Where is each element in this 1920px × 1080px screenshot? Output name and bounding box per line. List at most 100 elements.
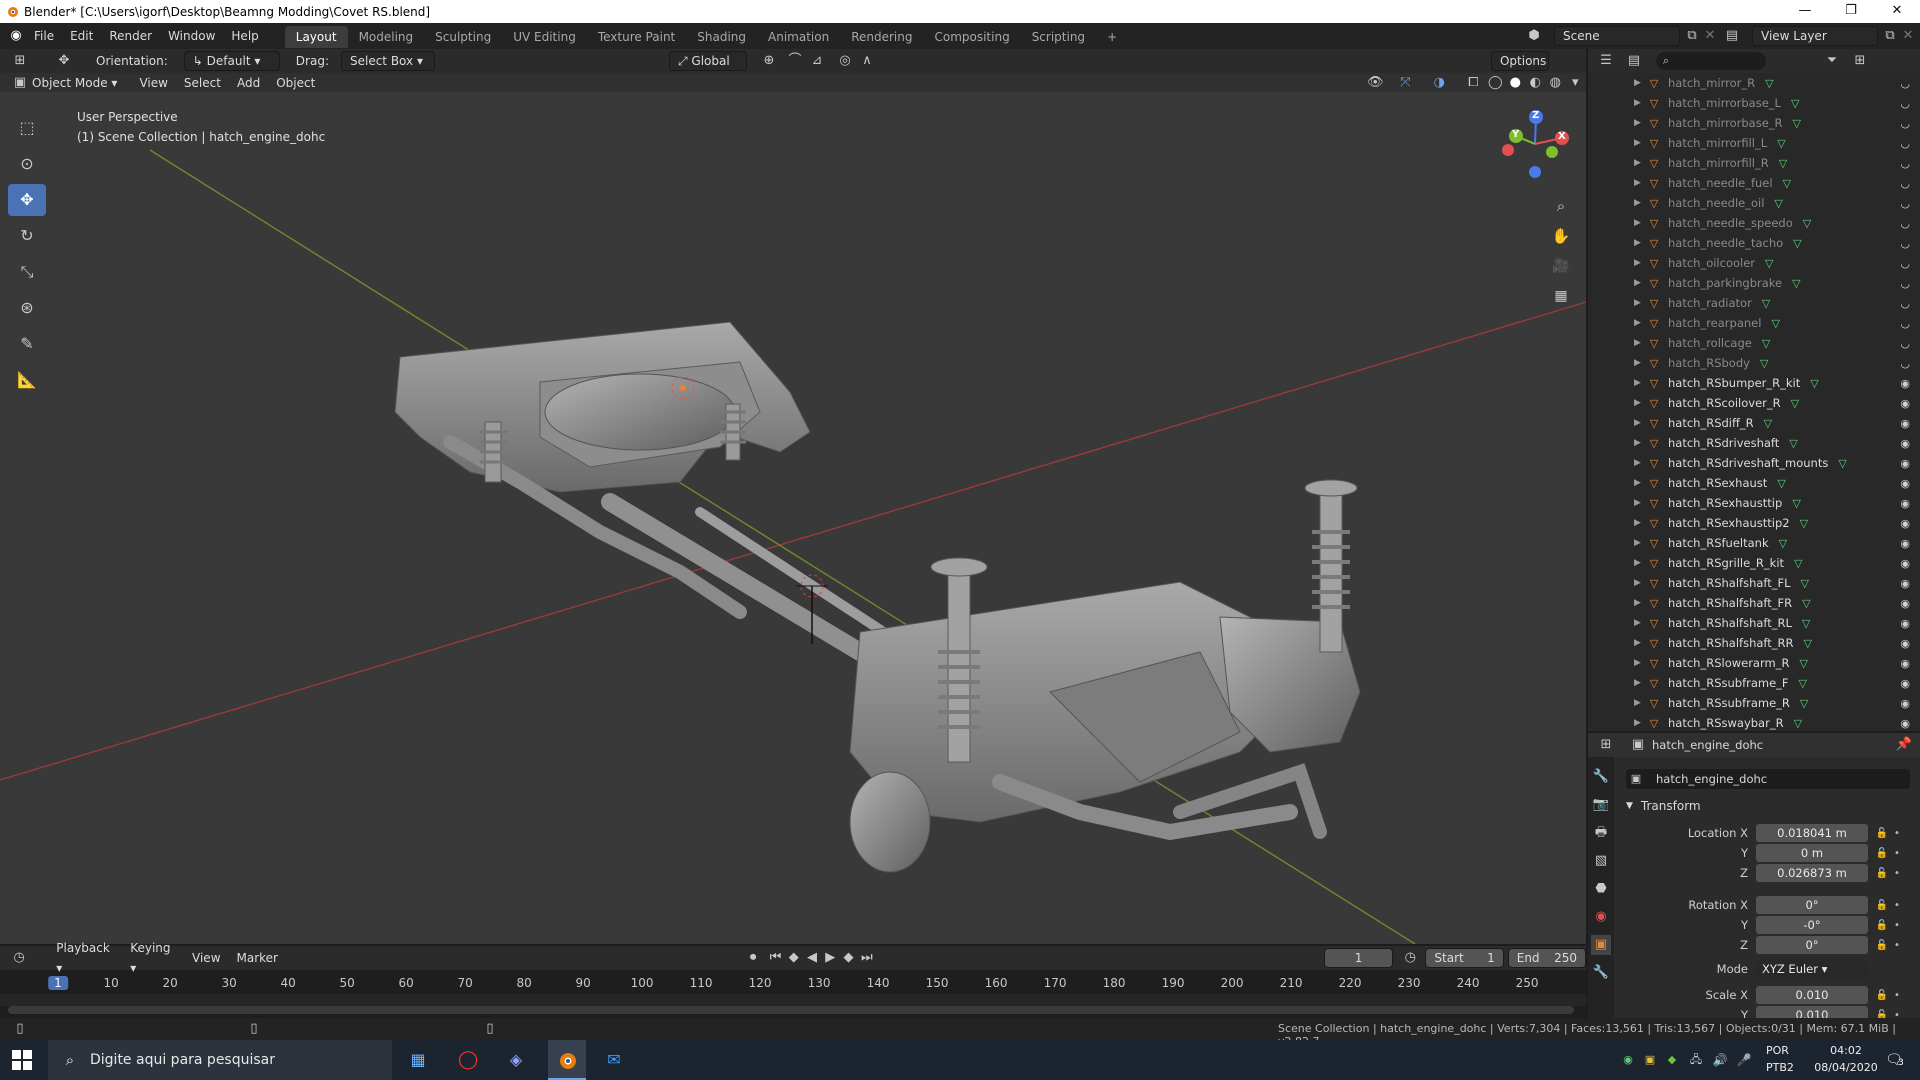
eye-closed-icon[interactable]: ◡ xyxy=(1900,157,1910,170)
timeline-menu-marker[interactable]: Marker xyxy=(229,948,286,968)
outliner-item[interactable]: ▶ ▽ hatch_RSdriveshaft ▽ ◉ xyxy=(1588,433,1920,453)
outliner-item[interactable]: ▶ ▽ hatch_RShalfshaft_FL ▽ ◉ xyxy=(1588,573,1920,593)
mesh-data-icon[interactable]: ▽ xyxy=(1793,117,1801,130)
expand-arrow-icon[interactable]: ▶ xyxy=(1634,558,1646,568)
outliner-item[interactable]: ▶ ▽ hatch_needle_tacho ▽ ◡ xyxy=(1588,233,1920,253)
filter-icon[interactable]: ⏷ xyxy=(1822,51,1842,71)
expand-arrow-icon[interactable]: ▶ xyxy=(1634,118,1646,128)
expand-arrow-icon[interactable]: ▶ xyxy=(1634,298,1646,308)
scale-tool-icon[interactable]: ⤡ xyxy=(8,256,46,288)
pin-icon[interactable]: 📌 xyxy=(1894,735,1914,755)
mesh-data-icon[interactable]: ▽ xyxy=(1765,77,1773,90)
rotate-tool-icon[interactable]: ↻ xyxy=(8,220,46,252)
microphone-icon[interactable]: 🎤 xyxy=(1734,1050,1754,1070)
location-x-field[interactable]: 0.018041 m xyxy=(1756,824,1868,842)
rotation-y-field[interactable]: -0° xyxy=(1756,916,1868,934)
keyframe-dot-icon[interactable]: • xyxy=(1892,920,1902,931)
eye-icon[interactable]: ◉ xyxy=(1900,537,1910,550)
jump-end-icon[interactable]: ⏭ xyxy=(858,948,876,968)
eye-icon[interactable]: ◉ xyxy=(1900,577,1910,590)
viewport-menu-view[interactable]: View xyxy=(131,73,175,93)
menu-edit[interactable]: Edit xyxy=(62,23,101,49)
mesh-data-icon[interactable]: ▽ xyxy=(1789,437,1797,450)
eye-icon[interactable]: ◉ xyxy=(1900,697,1910,710)
outliner-item[interactable]: ▶ ▽ hatch_RSdiff_R ▽ ◉ xyxy=(1588,413,1920,433)
outliner-item[interactable]: ▶ ▽ hatch_RScoilover_R ▽ ◉ xyxy=(1588,393,1920,413)
tab-texture-paint[interactable]: Texture Paint xyxy=(587,26,686,48)
add-workspace-button[interactable]: + xyxy=(1096,26,1128,48)
location-z-field[interactable]: 0.026873 m xyxy=(1756,864,1868,882)
mesh-data-icon[interactable]: ▽ xyxy=(1777,137,1785,150)
scale-x-field[interactable]: 0.010 xyxy=(1756,986,1868,1004)
expand-arrow-icon[interactable]: ▶ xyxy=(1634,598,1646,608)
expand-arrow-icon[interactable]: ▶ xyxy=(1634,518,1646,528)
keyframe-dot-icon[interactable]: • xyxy=(1892,868,1902,879)
eye-closed-icon[interactable]: ◡ xyxy=(1900,317,1910,330)
eye-closed-icon[interactable]: ◡ xyxy=(1900,177,1910,190)
editor-type-icon[interactable]: ⊞ xyxy=(10,51,30,71)
expand-arrow-icon[interactable]: ▶ xyxy=(1634,538,1646,548)
lock-icon[interactable]: 🔓 xyxy=(1872,900,1892,911)
mesh-data-icon[interactable]: ▽ xyxy=(1802,597,1810,610)
mesh-data-icon[interactable]: ▽ xyxy=(1799,677,1807,690)
menu-file[interactable]: File xyxy=(26,23,62,49)
cursor-tool-icon[interactable]: ⊙ xyxy=(8,148,46,180)
transform-tool-icon[interactable]: ⊛ xyxy=(8,292,46,324)
eye-icon[interactable]: ◉ xyxy=(1900,377,1910,390)
expand-arrow-icon[interactable]: ▶ xyxy=(1634,638,1646,648)
mesh-data-icon[interactable]: ▽ xyxy=(1794,557,1802,570)
menu-help[interactable]: Help xyxy=(223,23,266,49)
eye-closed-icon[interactable]: ◡ xyxy=(1900,237,1910,250)
rotation-x-field[interactable]: 0° xyxy=(1756,896,1868,914)
outliner-item[interactable]: ▶ ▽ hatch_RSgrille_R_kit ▽ ◉ xyxy=(1588,553,1920,573)
mesh-data-icon[interactable]: ▽ xyxy=(1801,577,1809,590)
expand-arrow-icon[interactable]: ▶ xyxy=(1634,138,1646,148)
select-box-tool-icon[interactable]: ⬚ xyxy=(8,112,46,144)
mesh-data-icon[interactable]: ▽ xyxy=(1802,617,1810,630)
mesh-data-icon[interactable]: ▽ xyxy=(1793,237,1801,250)
record-icon[interactable]: ⏺ xyxy=(744,948,762,968)
wireframe-shading-icon[interactable]: ◯ xyxy=(1485,73,1505,93)
tab-compositing[interactable]: Compositing xyxy=(923,26,1020,48)
eye-closed-icon[interactable]: ◡ xyxy=(1900,217,1910,230)
display-mode-icon[interactable]: ▤ xyxy=(1624,51,1644,71)
mesh-data-icon[interactable]: ▽ xyxy=(1777,477,1785,490)
expand-arrow-icon[interactable]: ▶ xyxy=(1634,658,1646,668)
mesh-data-icon[interactable]: ▽ xyxy=(1800,697,1808,710)
outliner-item[interactable]: ▶ ▽ hatch_RSexhaust ▽ ◉ xyxy=(1588,473,1920,493)
outliner-item[interactable]: ▶ ▽ hatch_RShalfshaft_FR ▽ ◉ xyxy=(1588,593,1920,613)
nvidia-icon[interactable]: ◆ xyxy=(1662,1050,1682,1070)
navigation-gizmo[interactable]: Z X Y xyxy=(1500,108,1570,180)
lock-icon[interactable]: 🔓 xyxy=(1872,848,1892,859)
preview-range-icon[interactable]: ◷ xyxy=(1401,948,1419,968)
outliner-item[interactable]: ▶ ▽ hatch_RSsubframe_F ▽ ◉ xyxy=(1588,673,1920,693)
maximize-button[interactable]: ❐ xyxy=(1828,0,1874,23)
eye-icon[interactable]: ◉ xyxy=(1900,457,1910,470)
blender-taskbar-button[interactable] xyxy=(548,1040,586,1080)
eye-icon[interactable]: ◉ xyxy=(1900,417,1910,430)
tab-layout[interactable]: Layout xyxy=(284,26,348,48)
eye-closed-icon[interactable]: ◡ xyxy=(1900,117,1910,130)
timeline-track[interactable] xyxy=(0,994,1586,1006)
eye-closed-icon[interactable]: ◡ xyxy=(1900,297,1910,310)
eye-icon[interactable]: ◉ xyxy=(1900,517,1910,530)
outliner-item[interactable]: ▶ ▽ hatch_mirrorfill_R ▽ ◡ xyxy=(1588,153,1920,173)
expand-arrow-icon[interactable]: ▶ xyxy=(1634,98,1646,108)
volume-icon[interactable]: 🔊 xyxy=(1710,1050,1730,1070)
eye-icon[interactable]: ◉ xyxy=(1900,477,1910,490)
eye-icon[interactable]: ◉ xyxy=(1900,437,1910,450)
tab-modeling[interactable]: Modeling xyxy=(348,26,425,48)
tab-scripting[interactable]: Scripting xyxy=(1021,26,1096,48)
outliner-item[interactable]: ▶ ▽ hatch_rollcage ▽ ◡ xyxy=(1588,333,1920,353)
taskbar-search-input[interactable]: ⌕ Digite aqui para pesquisar xyxy=(48,1040,392,1080)
expand-arrow-icon[interactable]: ▶ xyxy=(1634,398,1646,408)
mesh-data-icon[interactable]: ▽ xyxy=(1779,157,1787,170)
keyframe-dot-icon[interactable]: • xyxy=(1892,940,1902,951)
rendered-shading-icon[interactable]: ◍ xyxy=(1545,73,1565,93)
pivot-point-icon[interactable]: ⊕ xyxy=(759,51,779,71)
overlay-toggle-icon[interactable]: ◑ xyxy=(1429,73,1449,93)
eye-closed-icon[interactable]: ◡ xyxy=(1900,137,1910,150)
mesh-data-icon[interactable]: ▽ xyxy=(1762,337,1770,350)
tray-app-icon-2[interactable]: ▣ xyxy=(1640,1050,1660,1070)
outliner-item[interactable]: ▶ ▽ hatch_RSfueltank ▽ ◉ xyxy=(1588,533,1920,553)
